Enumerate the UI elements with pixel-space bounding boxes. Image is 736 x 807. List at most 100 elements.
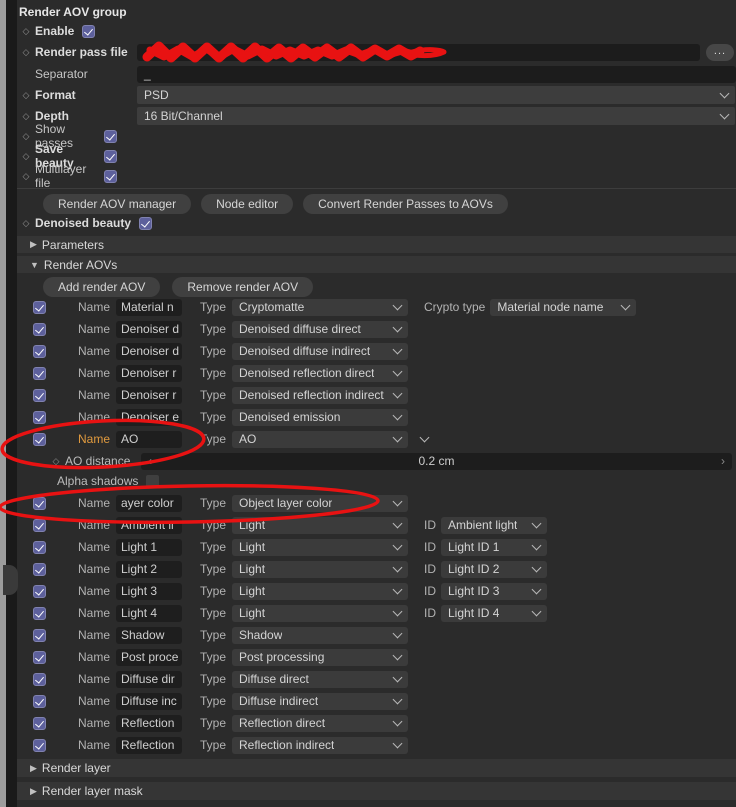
separator-input[interactable]: _ (137, 65, 736, 83)
aov-type-dropdown[interactable]: Cryptomatte (232, 298, 408, 316)
aov-enabled-checkbox[interactable] (33, 584, 46, 598)
node-editor-button[interactable]: Node editor (201, 193, 294, 214)
aov-name-input[interactable]: Light 4 (116, 604, 182, 622)
aov-enabled-checkbox[interactable] (33, 518, 46, 532)
aov-name-input[interactable]: Reflection (116, 736, 182, 754)
aov-name-input[interactable]: Denoiser r (116, 386, 182, 404)
aov-enabled-checkbox[interactable] (33, 540, 46, 554)
aov-enabled-checkbox[interactable] (33, 322, 46, 336)
divider (17, 188, 736, 189)
panel-flyout-handle[interactable] (3, 565, 18, 595)
aov-name-input[interactable]: Diffuse inc (116, 692, 182, 710)
show-passes-checkbox[interactable] (104, 129, 117, 143)
aov-type-dropdown[interactable]: Denoised reflection indirect (232, 386, 408, 404)
format-dropdown[interactable]: PSD (137, 86, 735, 104)
aov-enabled-checkbox[interactable] (33, 650, 46, 664)
aov-enabled-checkbox[interactable] (33, 694, 46, 708)
aov-type-dropdown[interactable]: Object layer color (232, 494, 408, 512)
aov-enabled-checkbox[interactable] (33, 300, 46, 314)
page-title: Render AOV group (19, 5, 127, 19)
light-id-dropdown[interactable]: Light ID 1 (441, 538, 547, 556)
aov-type-dropdown[interactable]: AO (232, 430, 408, 448)
aov-enabled-checkbox[interactable] (33, 366, 46, 380)
aov-type-dropdown[interactable]: Denoised diffuse indirect (232, 342, 408, 360)
aov-type-dropdown[interactable]: Light (232, 560, 408, 578)
aov-enabled-checkbox[interactable] (33, 672, 46, 686)
aov-type-dropdown[interactable]: Light (232, 516, 408, 534)
aov-name-input[interactable]: Light 2 (116, 560, 182, 578)
aov-type-dropdown[interactable]: Denoised reflection direct (232, 364, 408, 382)
aov-name-input[interactable]: Denoiser d (116, 342, 182, 360)
increment-arrow-icon[interactable]: › (714, 454, 732, 468)
aov-enabled-checkbox[interactable] (33, 388, 46, 402)
aov-name-input[interactable]: AO (116, 430, 182, 448)
aov-name-input[interactable]: Denoiser r (116, 364, 182, 382)
aov-name-input[interactable]: Diffuse dir (116, 670, 182, 688)
multilayer-file-checkbox[interactable] (104, 169, 117, 183)
alpha-shadows-checkbox[interactable] (146, 474, 160, 488)
aov-enabled-checkbox[interactable] (33, 738, 46, 752)
aov-type-dropdown[interactable]: Shadow (232, 626, 408, 644)
light-id-dropdown[interactable]: Light ID 4 (441, 604, 547, 622)
aov-enabled-checkbox[interactable] (33, 496, 46, 510)
aov-type-dropdown[interactable]: Reflection direct (232, 714, 408, 732)
expand-chevron-icon[interactable] (419, 432, 430, 443)
aov-name-input[interactable]: Light 3 (116, 582, 182, 600)
render-pass-file-input[interactable] (137, 43, 700, 61)
light-id-dropdown[interactable]: Light ID 3 (441, 582, 547, 600)
aov-name-input[interactable]: Material n (116, 298, 182, 316)
save-beauty-row: ◇ Save beauty (17, 142, 736, 170)
decrement-arrow-icon[interactable]: ‹ (141, 454, 159, 468)
aov-type-dropdown[interactable]: Light (232, 582, 408, 600)
aov-name-input[interactable]: Light 1 (116, 538, 182, 556)
browse-button[interactable]: ... (706, 43, 734, 61)
chevron-down-icon (531, 606, 542, 617)
aov-name-input[interactable]: ayer color (116, 494, 182, 512)
aov-type-dropdown[interactable]: Reflection indirect (232, 736, 408, 754)
light-id-dropdown[interactable]: Ambient light (441, 516, 547, 534)
aov-name-input[interactable]: Shadow (116, 626, 182, 644)
aov-name-input[interactable]: Denoiser e (116, 408, 182, 426)
aov-enabled-checkbox[interactable] (33, 562, 46, 576)
section-render-layer-mask[interactable]: ▶ Render layer mask (17, 782, 736, 800)
aov-row: Name Diffuse inc Type Diffuse indirect (17, 690, 736, 712)
aov-enabled-checkbox[interactable] (33, 344, 46, 358)
aov-type-dropdown[interactable]: Diffuse indirect (232, 692, 408, 710)
convert-render-passes-button[interactable]: Convert Render Passes to AOVs (303, 193, 508, 214)
enable-checkbox[interactable] (82, 24, 96, 38)
remove-render-aov-button[interactable]: Remove render AOV (172, 276, 314, 297)
chevron-down-icon (719, 88, 730, 99)
crypto-type-dropdown[interactable]: Material node name (490, 298, 637, 316)
aov-enabled-checkbox[interactable] (33, 628, 46, 642)
save-beauty-checkbox[interactable] (104, 149, 117, 163)
light-id-dropdown[interactable]: Light ID 2 (441, 560, 547, 578)
aov-enabled-checkbox[interactable] (33, 716, 46, 730)
dropdown-value: Reflection direct (239, 716, 326, 730)
aov-name-input[interactable]: Ambient li (116, 516, 182, 534)
aov-name-input[interactable]: Reflection (116, 714, 182, 732)
aov-enabled-checkbox[interactable] (33, 606, 46, 620)
aov-type-dropdown[interactable]: Light (232, 538, 408, 556)
aov-type-dropdown[interactable]: Post processing (232, 648, 408, 666)
add-render-aov-button[interactable]: Add render AOV (43, 276, 161, 297)
section-parameters[interactable]: ▶ Parameters (17, 236, 736, 253)
aov-name-input[interactable]: Denoiser d (116, 320, 182, 338)
aov-type-dropdown[interactable]: Diffuse direct (232, 670, 408, 688)
section-render-aovs[interactable]: ▼ Render AOVs (17, 256, 736, 273)
type-label: Type (199, 496, 226, 510)
aov-enabled-checkbox[interactable] (33, 432, 46, 446)
dropdown-value: Light ID 1 (448, 540, 500, 554)
aov-row: Name Shadow Type Shadow (17, 624, 736, 646)
name-label: Name (77, 672, 110, 686)
aov-type-dropdown[interactable]: Denoised diffuse direct (232, 320, 408, 338)
aov-name-input[interactable]: Post proce (116, 648, 182, 666)
aov-type-dropdown[interactable]: Light (232, 604, 408, 622)
section-render-layer[interactable]: ▶ Render layer (17, 759, 736, 777)
dropdown-value: AO (239, 432, 257, 446)
aov-enabled-checkbox[interactable] (33, 410, 46, 424)
denoised-beauty-checkbox[interactable] (139, 216, 153, 230)
ao-distance-slider[interactable]: ‹ 0.2 cm › (141, 452, 732, 470)
render-aov-manager-button[interactable]: Render AOV manager (43, 193, 192, 214)
depth-dropdown[interactable]: 16 Bit/Channel (137, 107, 735, 125)
aov-type-dropdown[interactable]: Denoised emission (232, 408, 408, 426)
